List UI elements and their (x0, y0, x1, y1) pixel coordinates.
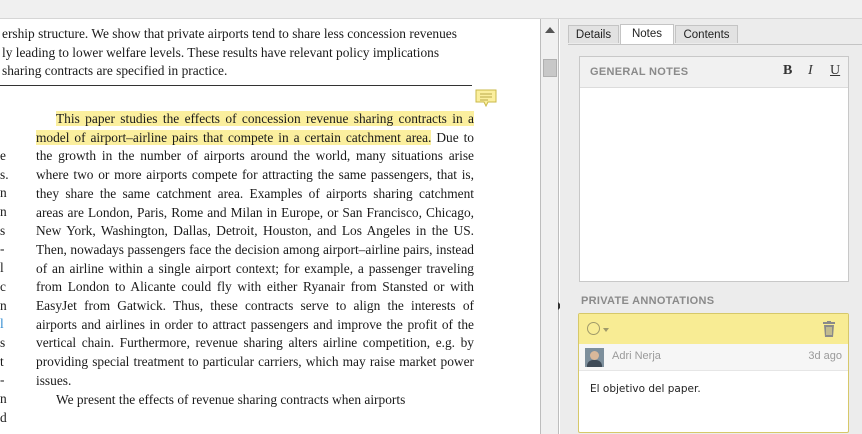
left-column-fragments: e s. n n s - l c n l s t - n d - (0, 147, 9, 434)
annotation-text[interactable]: El objetivo del paper. (590, 383, 701, 395)
fragment: - (0, 241, 5, 257)
fragment: d (0, 409, 7, 425)
fragment: e (0, 148, 6, 163)
fragment: l (0, 260, 4, 276)
fragment: - (0, 372, 5, 388)
comment-note-icon[interactable] (475, 89, 497, 107)
section-divider (0, 85, 472, 86)
annotation-author-row: Adri Nerja 3d ago (579, 344, 848, 371)
tab-notes[interactable]: Notes (620, 24, 674, 44)
general-notes-title: GENERAL NOTES (590, 66, 689, 78)
vertical-scrollbar[interactable] (540, 19, 562, 434)
abstract-tail: ership structure. We show that private a… (2, 25, 472, 81)
fragment: s (0, 334, 6, 350)
next-paragraph: We present the effects of revenue sharin… (56, 391, 406, 407)
fragment: n (0, 185, 7, 201)
notes-side-panel: Details Notes Contents GENERAL NOTES B I… (560, 19, 862, 434)
trash-icon[interactable] (823, 321, 835, 337)
italic-button[interactable]: I (808, 63, 813, 79)
tab-divider (568, 44, 862, 45)
scroll-up-icon[interactable] (545, 27, 555, 33)
fragment: l (0, 316, 4, 332)
avatar (585, 348, 604, 367)
fragment: s (0, 222, 6, 238)
fragment: t (0, 353, 4, 369)
fragment: - (0, 427, 8, 434)
underline-button[interactable]: U (830, 63, 840, 79)
bold-button[interactable]: B (783, 63, 792, 79)
text-line: ership structure. We show that private a… (2, 26, 457, 41)
top-toolbar (0, 0, 862, 19)
general-notes-editor[interactable]: GENERAL NOTES B I U (579, 56, 849, 282)
tab-details[interactable]: Details (568, 25, 619, 43)
pdf-document-view[interactable]: ership structure. We show that private a… (0, 19, 540, 434)
private-annotations-title: PRIVATE ANNOTATIONS (581, 295, 715, 307)
introduction-paragraph: This paper studies the effects of conces… (36, 110, 474, 409)
author-name: Adri Nerja (612, 350, 661, 362)
fragment: c (0, 278, 6, 294)
fragment: s. (0, 166, 9, 182)
tab-contents[interactable]: Contents (675, 25, 738, 43)
highlighted-text[interactable]: This paper studies the effects of conces… (36, 111, 474, 145)
general-notes-header: GENERAL NOTES B I U (580, 57, 848, 88)
color-circle-icon[interactable] (587, 322, 600, 335)
fragment: n (0, 390, 7, 406)
annotation-timestamp: 3d ago (808, 350, 842, 362)
fragment: n (0, 204, 7, 220)
body-text: Due to the growth in the number of airpo… (36, 129, 475, 388)
annotation-card[interactable]: Adri Nerja 3d ago El objetivo del paper. (578, 313, 849, 433)
scroll-thumb[interactable] (543, 59, 557, 77)
fragment: n (0, 297, 7, 313)
chevron-down-icon[interactable] (603, 328, 609, 332)
annotation-card-header (579, 314, 848, 344)
text-line: sharing contracts are specified in pract… (2, 63, 228, 79)
text-line: ly leading to lower welfare levels. Thes… (2, 44, 440, 60)
